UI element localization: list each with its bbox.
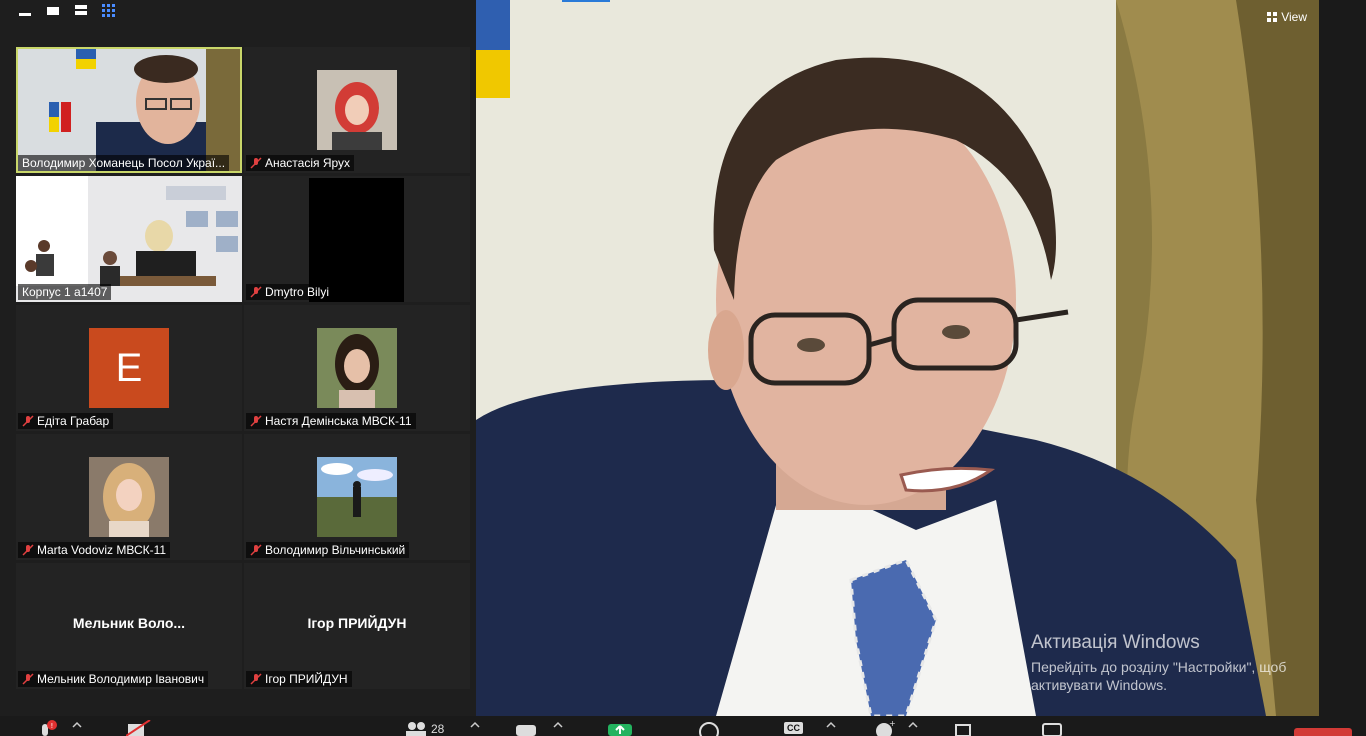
participant-name: Мельник Володимир Іванович	[18, 671, 209, 687]
participant-tile[interactable]: E Едіта Грабар	[16, 305, 242, 431]
gallery-view-icon[interactable]	[102, 4, 116, 18]
speaker-view-icon[interactable]	[74, 4, 88, 18]
captions-button[interactable]: CC	[784, 722, 803, 734]
participants-count: 28	[431, 722, 445, 736]
chevron-up-icon[interactable]	[470, 720, 480, 730]
mic-muted-icon	[250, 673, 262, 685]
participant-tile[interactable]: Мельник Воло... Мельник Володимир Іванов…	[16, 563, 242, 689]
participant-display-name: Ігор ПРИЙДУН	[307, 615, 407, 631]
participant-video	[317, 328, 397, 408]
mic-muted-icon	[250, 157, 262, 169]
avatar: E	[89, 328, 169, 408]
right-margin	[1319, 0, 1366, 716]
participant-tile[interactable]: Marta Vodoviz МВСК-11	[16, 434, 242, 560]
chevron-up-icon[interactable]	[553, 720, 563, 730]
svg-text:+: +	[889, 720, 895, 728]
mic-muted-icon	[250, 415, 262, 427]
mic-muted-icon	[250, 286, 262, 298]
video-off-icon[interactable]	[126, 720, 152, 736]
view-label: View	[1281, 10, 1307, 24]
participant-video	[89, 457, 169, 537]
participants-icon[interactable]	[404, 720, 428, 736]
gallery-panel: Володимир Хоманець Посол Украї... Анаста…	[0, 0, 476, 716]
mic-muted-icon	[22, 544, 34, 556]
record-icon[interactable]	[698, 720, 720, 736]
participant-name: Володимир Вільчинський	[246, 542, 410, 558]
grid-icon	[1267, 12, 1278, 22]
participant-display-name: Мельник Воло...	[72, 615, 186, 631]
active-speaker-video: View Активація Windows Перейдіть до розд…	[476, 0, 1319, 716]
participant-tile[interactable]: Володимир Вільчинський	[244, 434, 470, 560]
strip-view-icon[interactable]	[46, 4, 60, 18]
microphone-icon[interactable]: !	[38, 720, 60, 736]
participant-tile[interactable]: Dmytro Bilyi	[244, 176, 470, 302]
watermark-line-2: активувати Windows.	[1031, 677, 1167, 693]
minimize-icon[interactable]	[18, 4, 32, 18]
watermark-line-1: Перейдіть до розділу "Настройки", щоб	[1031, 659, 1287, 675]
chevron-up-icon[interactable]	[72, 720, 82, 730]
participant-name: Dmytro Bilyi	[246, 284, 334, 300]
participant-name: Анастасія Ярух	[246, 155, 355, 171]
participant-video	[317, 457, 397, 537]
participant-tile[interactable]: Анастасія Ярух	[244, 47, 470, 173]
apps-icon[interactable]	[953, 720, 975, 736]
chevron-up-icon[interactable]	[908, 720, 918, 730]
participant-name: Корпус 1 а1407	[18, 284, 112, 300]
mic-muted-icon	[250, 544, 262, 556]
participant-name: Едіта Грабар	[18, 413, 114, 429]
participant-tile[interactable]: Настя Демінська МВСК-11	[244, 305, 470, 431]
view-button[interactable]: View	[1267, 10, 1307, 24]
meeting-toolbar: ! 28 CC +	[0, 716, 1366, 736]
windows-activation-watermark: Активація Windows Перейдіть до розділу "…	[1031, 632, 1286, 694]
share-screen-icon[interactable]	[608, 720, 632, 736]
participant-video	[317, 70, 397, 150]
mic-muted-icon	[22, 673, 34, 685]
svg-text:!: !	[51, 722, 54, 730]
participant-tile[interactable]: Ігор ПРИЙДУН Ігор ПРИЙДУН	[244, 563, 470, 689]
watermark-title: Активація Windows	[1031, 632, 1200, 653]
whiteboard-icon[interactable]	[1041, 720, 1063, 736]
participant-name: Ігор ПРИЙДУН	[246, 671, 352, 687]
speaker-video-frame	[476, 0, 1319, 716]
reactions-icon[interactable]: +	[873, 720, 895, 736]
end-meeting-button[interactable]	[1294, 728, 1352, 736]
mic-muted-icon	[22, 415, 34, 427]
chevron-up-icon[interactable]	[826, 720, 836, 730]
gallery-topbar	[0, 0, 476, 28]
participant-name: Настя Демінська МВСК-11	[246, 413, 416, 429]
participant-name: Marta Vodoviz МВСК-11	[18, 542, 171, 558]
participant-name: Володимир Хоманець Посол Украї...	[18, 155, 230, 171]
chat-icon[interactable]	[515, 720, 537, 736]
participant-tile[interactable]: Корпус 1 а1407	[16, 176, 242, 302]
participant-tile[interactable]: Володимир Хоманець Посол Украї...	[16, 47, 242, 173]
